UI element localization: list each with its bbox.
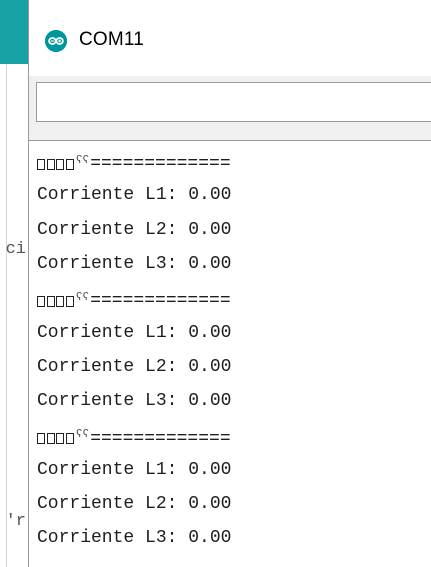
serial-output-line: Corriente L1: 0.00 [37, 459, 232, 480]
serial-output-line: Corriente L3: 0.00 [37, 253, 232, 274]
separator-line: ʕʕ============= [37, 421, 231, 449]
garbled-glyph: ʕʕ [76, 155, 90, 167]
arduino-infinity-icon [45, 30, 67, 52]
ide-toolbar-background [0, 0, 28, 64]
serial-output-line: Corriente L3: 0.00 [37, 391, 232, 412]
serial-send-input[interactable] [36, 82, 431, 122]
serial-output-area[interactable]: ʕʕ============= Corriente L1: 0.00 Corrien… [29, 140, 431, 567]
serial-output-line: Corriente L2: 0.00 [37, 356, 232, 377]
separator-equals: ============= [90, 154, 231, 175]
ide-code-fragment: ci [5, 240, 26, 259]
serial-output-line: Corriente L2: 0.00 [37, 219, 232, 240]
ide-editor-gutter [6, 64, 7, 567]
unprintable-glyphs [37, 425, 75, 453]
ide-editor-background [0, 64, 28, 567]
serial-output-line: Corriente L2: 0.00 [37, 494, 232, 514]
separator-line: ʕʕ============= [37, 147, 231, 175]
separator-equals: ============= [90, 428, 231, 449]
serial-output-line: Corriente L3: 0.00 [37, 528, 232, 549]
serial-output-line: Corriente L1: 0.00 [37, 322, 232, 343]
ide-code-fragment: 'r [5, 512, 26, 531]
unprintable-glyphs [37, 150, 75, 178]
serial-monitor-window: COM11 ʕʕ============= Corriente L1: 0.00 C… [28, 0, 431, 567]
unprintable-glyphs [37, 287, 75, 315]
garbled-glyph: ʕʕ [76, 429, 90, 442]
serial-output-line: Corriente L1: 0.00 [37, 185, 232, 206]
garbled-glyph: ʕʕ [76, 292, 90, 305]
window-title: COM11 [79, 29, 145, 50]
screen-root: ci 'r COM11 ʕʕ============= Corriente L1:… [0, 0, 431, 567]
separator-equals: ============= [90, 291, 231, 312]
title-bar[interactable]: COM11 [29, 0, 431, 76]
separator-line: ʕʕ============= [37, 284, 231, 312]
